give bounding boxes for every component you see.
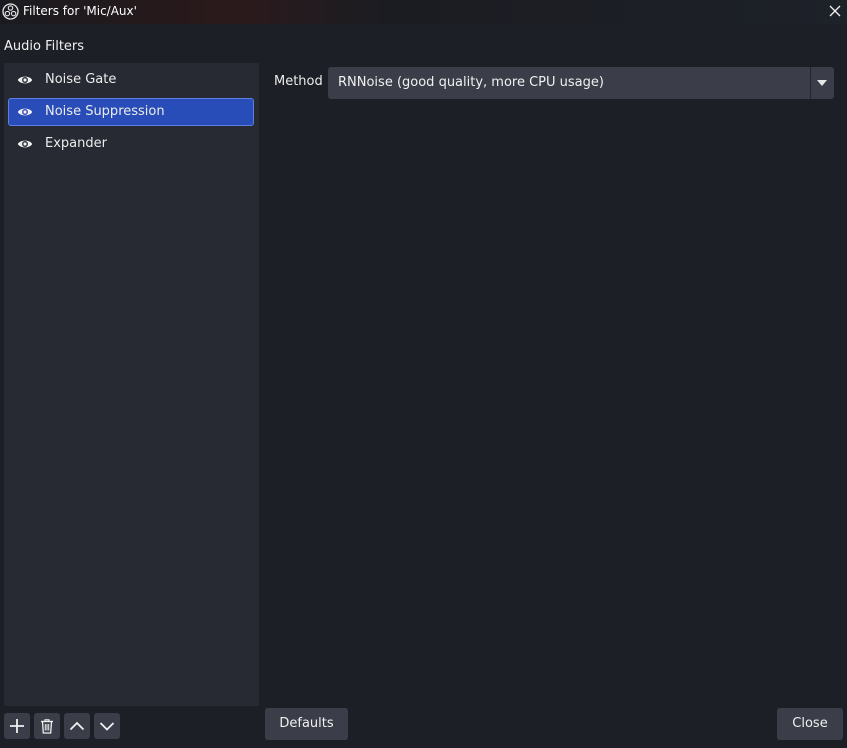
move-filter-up-button[interactable] <box>64 713 90 739</box>
method-selected-value: RNNoise (good quality, more CPU usage) <box>338 75 604 90</box>
dropdown-divider <box>810 67 811 99</box>
remove-filter-button[interactable] <box>34 713 60 739</box>
filter-label: Expander <box>45 136 107 151</box>
close-button[interactable]: Close <box>777 708 843 740</box>
dropdown-arrow-icon[interactable] <box>817 80 827 86</box>
filter-label: Noise Gate <box>45 72 117 87</box>
trash-icon <box>41 719 53 734</box>
filter-item-expander[interactable]: Expander <box>8 130 254 158</box>
add-icon <box>10 719 24 733</box>
defaults-button[interactable]: Defaults <box>265 708 348 740</box>
filter-item-noise-suppression[interactable]: Noise Suppression <box>8 98 254 126</box>
filter-list[interactable]: Noise Gate Noise Suppression Expander <box>4 63 259 706</box>
method-label: Method <box>274 74 323 89</box>
chevron-down-icon <box>99 722 115 731</box>
move-filter-down-button[interactable] <box>94 713 120 739</box>
title-bar: Filters for 'Mic/Aux' <box>0 0 847 24</box>
add-filter-button[interactable] <box>4 713 30 739</box>
chevron-up-icon <box>69 721 85 731</box>
audio-filters-label: Audio Filters <box>4 39 85 54</box>
method-dropdown[interactable]: RNNoise (good quality, more CPU usage) <box>328 67 834 99</box>
eye-icon[interactable] <box>17 105 33 119</box>
window-close-button[interactable] <box>823 0 847 24</box>
window-title: Filters for 'Mic/Aux' <box>23 4 137 18</box>
filters-dialog: Filters for 'Mic/Aux' Audio Filters Nois… <box>0 0 847 748</box>
filter-item-noise-gate[interactable]: Noise Gate <box>8 66 254 94</box>
close-icon <box>829 5 841 17</box>
obs-logo-icon <box>2 3 19 20</box>
filter-label: Noise Suppression <box>45 104 165 119</box>
eye-icon[interactable] <box>17 137 33 151</box>
eye-icon[interactable] <box>17 73 33 87</box>
